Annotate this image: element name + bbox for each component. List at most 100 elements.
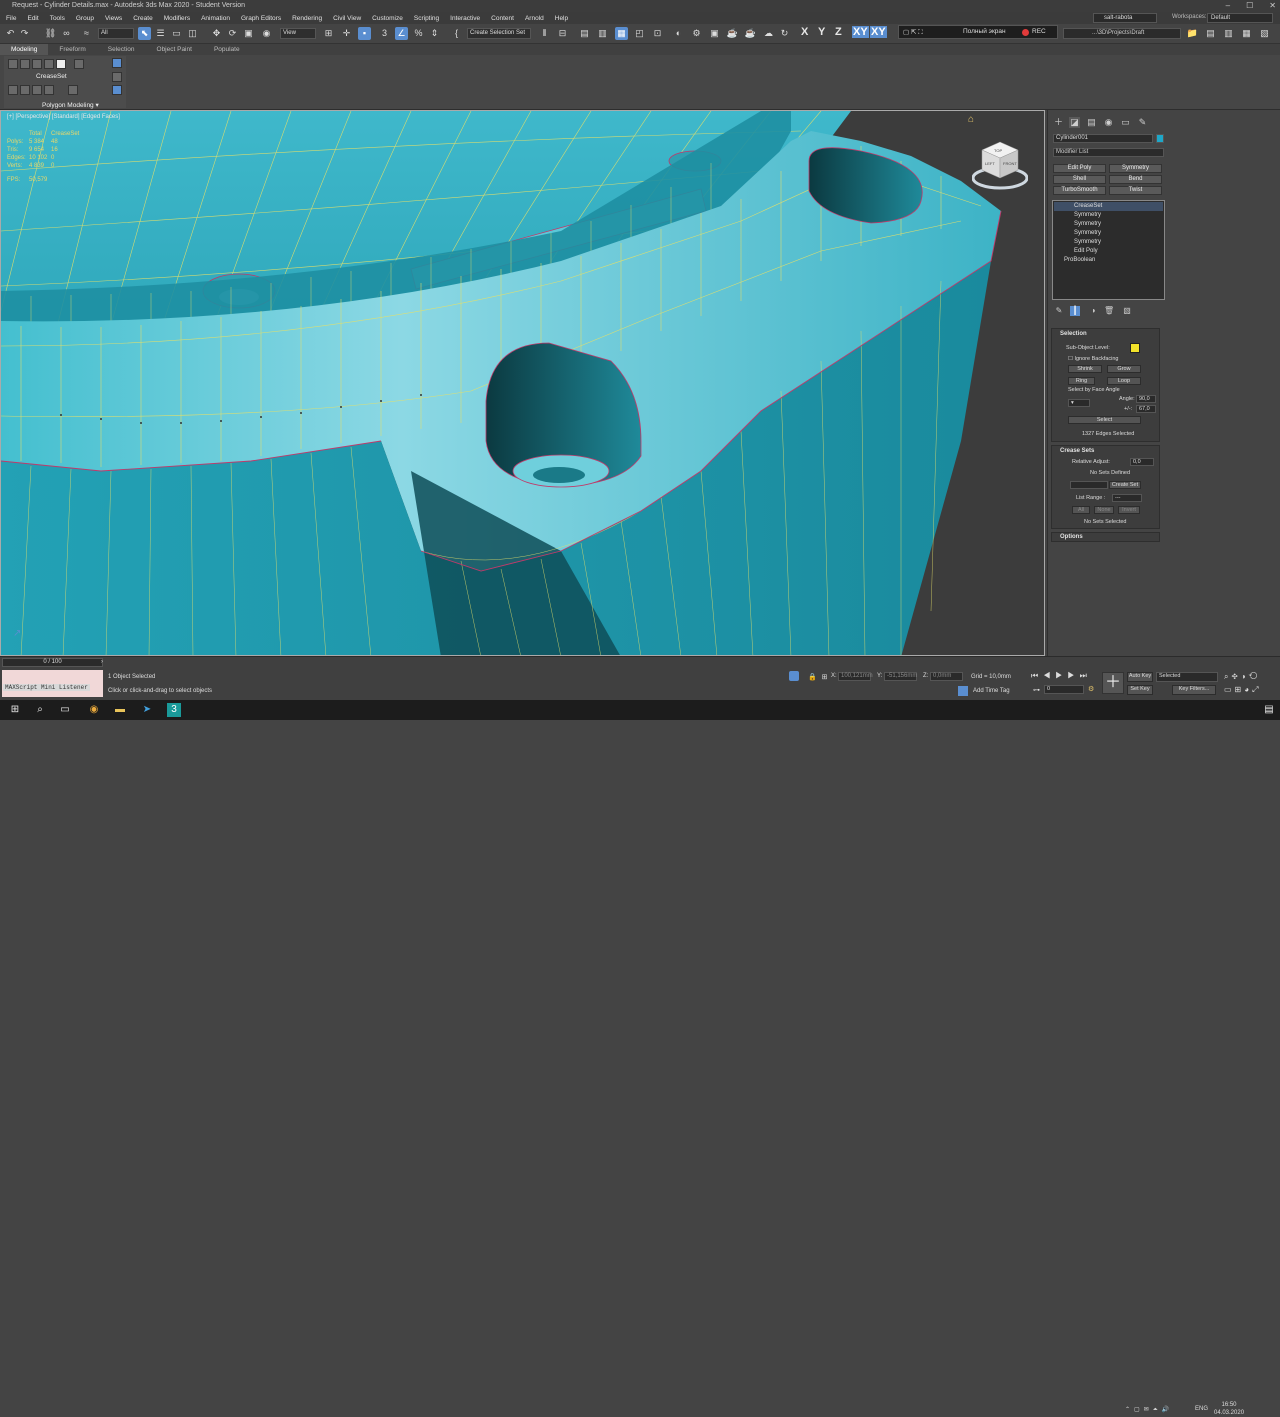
menu-help[interactable]: Help <box>555 15 568 22</box>
open-file-icon[interactable]: ▤ <box>1204 27 1217 40</box>
scene-explorer-icon[interactable]: ▤ <box>578 27 591 40</box>
border-level-icon[interactable] <box>32 59 42 69</box>
windows-start-icon[interactable]: ⊞ <box>8 703 22 717</box>
twist-button[interactable]: Twist <box>1109 186 1162 195</box>
quickslice-icon[interactable] <box>68 85 78 95</box>
key-selection-dropdown[interactable]: Selected <box>1156 672 1218 682</box>
stack-item[interactable]: CreaseSet <box>1054 202 1163 211</box>
playback-controls[interactable]: ⏮◀▶▶⏭ <box>1031 671 1092 681</box>
select-object-icon[interactable]: ⬉ <box>138 27 151 40</box>
make-unique-icon[interactable]: ◑ <box>1088 306 1098 316</box>
ribbon-toggle-icon[interactable]: ▦ <box>615 27 628 40</box>
stack-item[interactable]: Symmetry <box>1054 220 1163 229</box>
sync-icon[interactable]: ↻ <box>778 27 791 40</box>
archive-icon[interactable]: ▦ <box>1240 27 1253 40</box>
select-mode-dropdown[interactable]: ▾ <box>1068 399 1090 407</box>
configure-sets-icon[interactable]: ▧ <box>1122 306 1132 316</box>
menu-scripting[interactable]: Scripting <box>414 15 439 22</box>
undo-icon[interactable]: ↶ <box>4 27 17 40</box>
pivot-center-icon[interactable]: ⊞ <box>322 27 335 40</box>
utilities-tab-icon[interactable]: ✎ <box>1137 117 1148 128</box>
auto-key-button[interactable]: Auto Key <box>1127 672 1153 682</box>
maxscript-label[interactable]: MAXScript Mini Listener <box>3 684 90 691</box>
select-by-name-icon[interactable]: ☰ <box>154 27 167 40</box>
bind-spacewarp-icon[interactable]: ≈ <box>80 27 93 40</box>
x-coord-field[interactable]: 100,121mm <box>838 672 873 681</box>
time-tag-icon[interactable] <box>958 686 968 696</box>
record-button[interactable]: REC <box>1032 28 1046 35</box>
key-filters-button[interactable]: Key Filters... <box>1172 685 1216 695</box>
perspective-viewport[interactable]: ↗ [+] [Perspective] [Standard] [Edged Fa… <box>0 110 1045 656</box>
schematic-view-icon[interactable]: ⊡ <box>651 27 664 40</box>
language-indicator[interactable]: ENG <box>1195 1406 1208 1412</box>
viewport-nav-icons[interactable]: ⌕✥◑⟲ <box>1224 672 1260 682</box>
axis-x-button[interactable]: X <box>801 26 808 38</box>
close-button[interactable]: ✕ <box>1269 0 1276 12</box>
notifications-icon[interactable]: ▤ <box>1262 703 1276 717</box>
display-tab-icon[interactable]: ▭ <box>1120 117 1131 128</box>
relative-adjust-field[interactable]: 0,0 <box>1130 458 1154 466</box>
pin-stack-icon[interactable] <box>112 58 122 68</box>
menu-rendering[interactable]: Rendering <box>292 15 322 22</box>
create-tab-icon[interactable]: ＋ <box>1053 117 1064 128</box>
keyboard-shortcut-icon[interactable]: ▪ <box>358 27 371 40</box>
axis-z-button[interactable]: Z <box>835 26 842 38</box>
render-setup-icon[interactable]: ⚙ <box>690 27 703 40</box>
tab-object-paint[interactable]: Object Paint <box>146 44 203 55</box>
vertex-level-icon[interactable] <box>8 59 18 69</box>
previous-modifier-icon[interactable] <box>8 85 18 95</box>
polygon-modeling-dropdown[interactable]: Polygon Modeling ▾ <box>42 101 99 109</box>
menu-graph-editors[interactable]: Graph Editors <box>241 15 281 22</box>
set-key-big-icon[interactable]: ＋ <box>1102 672 1124 694</box>
angle-snap-icon[interactable]: ∠ <box>395 27 408 40</box>
recorder-window-icon[interactable]: ▢ ⇱ ⛶ <box>903 28 923 37</box>
z-coord-field[interactable]: 0,0mm <box>930 672 963 681</box>
reference-coord-dropdown[interactable]: View <box>280 28 316 39</box>
collapse-stack-icon[interactable] <box>112 85 122 95</box>
time-slider-next-icon[interactable]: › <box>84 658 103 667</box>
project-settings-icon[interactable]: ▧ <box>1258 27 1271 40</box>
redo-icon[interactable]: ↷ <box>18 27 31 40</box>
menu-file[interactable]: File <box>6 15 16 22</box>
workspace-dropdown[interactable]: Default <box>1207 13 1273 23</box>
stack-item[interactable]: Symmetry <box>1054 229 1163 238</box>
file-explorer-icon[interactable]: ▬ <box>113 703 127 717</box>
absolute-mode-icon[interactable]: ⊞ <box>818 671 831 684</box>
project-path-field[interactable]: ...\3D\Projects\Draft <box>1063 28 1181 39</box>
menu-create[interactable]: Create <box>133 15 153 22</box>
select-button[interactable]: Select <box>1068 416 1141 424</box>
spinner-snap-icon[interactable]: ⇕ <box>428 27 441 40</box>
menu-interactive[interactable]: Interactive <box>450 15 480 22</box>
viewport-label[interactable]: [+] [Perspective] [Standard] [Edged Face… <box>7 114 120 120</box>
tab-freeform[interactable]: Freeform <box>48 44 96 55</box>
add-time-tag-button[interactable]: Add Time Tag <box>973 688 1010 694</box>
menu-views[interactable]: Views <box>105 15 122 22</box>
plus-minus-field[interactable]: 67,0 <box>1136 405 1156 413</box>
menu-civil-view[interactable]: Civil View <box>333 15 361 22</box>
shell-button[interactable]: Shell <box>1053 175 1106 184</box>
maximize-button[interactable]: ☐ <box>1246 0 1253 12</box>
clock[interactable]: 16:50 04.03.2020 <box>1214 1401 1244 1417</box>
save-file-icon[interactable]: ▥ <box>1222 27 1235 40</box>
remove-modifier-icon[interactable]: 🗑 <box>1104 306 1114 316</box>
set-name-field[interactable] <box>1070 481 1108 489</box>
unlink-icon[interactable]: ∞ <box>60 27 73 40</box>
element-level-icon[interactable] <box>56 59 66 69</box>
render-production-icon[interactable]: ☕ <box>744 27 757 40</box>
axis-xy-cycle-button[interactable]: XY <box>870 26 887 38</box>
set-key-button[interactable]: Set Key <box>1127 685 1153 695</box>
next-modifier-icon[interactable] <box>20 85 30 95</box>
tab-selection[interactable]: Selection <box>97 44 146 55</box>
ring-button[interactable]: Ring <box>1068 377 1095 385</box>
preserve-uvs-icon[interactable] <box>32 85 42 95</box>
menu-content[interactable]: Content <box>491 15 514 22</box>
isolate-icon[interactable] <box>789 671 799 681</box>
all-button[interactable]: All <box>1072 506 1090 514</box>
menu-modifiers[interactable]: Modifiers <box>164 15 190 22</box>
curve-editor-icon[interactable]: ◰ <box>633 27 646 40</box>
loop-button[interactable]: Loop <box>1107 377 1141 385</box>
object-name-field[interactable]: Cylinder001 <box>1053 134 1153 143</box>
menu-animation[interactable]: Animation <box>201 15 230 22</box>
tab-populate[interactable]: Populate <box>203 44 251 55</box>
y-coord-field[interactable]: -51,156mm <box>884 672 917 681</box>
